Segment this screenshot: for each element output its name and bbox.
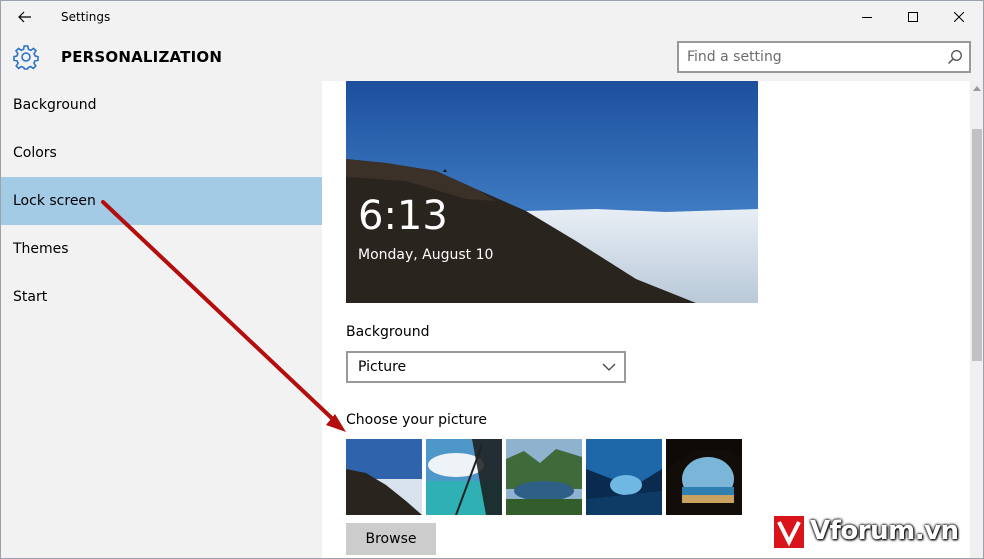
close-icon — [954, 12, 964, 22]
vertical-scrollbar[interactable] — [970, 81, 983, 558]
search-input[interactable] — [687, 43, 937, 71]
sidebar-item-themes[interactable]: Themes — [1, 225, 322, 273]
main-content: 6:13 Monday, August 10 Background Pictur… — [322, 81, 970, 558]
page-title: PERSONALIZATION — [61, 48, 223, 66]
glass-beach-thumbnail — [426, 439, 502, 515]
settings-window: Settings PERSONALIZATION Backg — [0, 0, 984, 559]
scroll-thumb[interactable] — [972, 129, 982, 361]
search-box[interactable] — [677, 41, 971, 73]
background-dropdown-value: Picture — [358, 359, 407, 375]
mountain-sky-thumbnail — [346, 439, 422, 515]
picture-thumbnail-2[interactable] — [426, 439, 502, 515]
watermark: Vforum.vn — [774, 516, 974, 550]
browse-button[interactable]: Browse — [346, 523, 436, 555]
chevron-down-icon — [602, 363, 616, 371]
scroll-up-button[interactable] — [970, 81, 983, 95]
page-header: PERSONALIZATION — [1, 33, 983, 81]
maximize-button[interactable] — [890, 1, 936, 33]
sidebar: Background Colors Lock screen Themes Sta… — [1, 81, 322, 558]
background-dropdown[interactable]: Picture — [346, 351, 626, 383]
sidebar-item-colors[interactable]: Colors — [1, 129, 322, 177]
watermark-logo — [774, 516, 804, 548]
rock-arch-beach-thumbnail — [666, 439, 742, 515]
title-bar: Settings — [1, 1, 983, 33]
minimize-button[interactable] — [844, 1, 890, 33]
scroll-up-icon — [972, 85, 981, 91]
sidebar-item-start[interactable]: Start — [1, 273, 322, 321]
preview-date: Monday, August 10 — [358, 247, 493, 263]
back-button[interactable] — [1, 1, 49, 33]
lock-screen-preview-image: 6:13 Monday, August 10 — [346, 81, 758, 303]
background-label: Background — [346, 324, 430, 340]
maximize-icon — [908, 12, 918, 22]
choose-picture-label: Choose your picture — [346, 412, 487, 428]
picture-thumbnail-5[interactable] — [666, 439, 742, 515]
close-button[interactable] — [936, 1, 982, 33]
sidebar-item-background[interactable]: Background — [1, 81, 322, 129]
lake-valley-thumbnail — [506, 439, 582, 515]
minimize-icon — [862, 17, 872, 18]
picture-thumbnail-3[interactable] — [506, 439, 582, 515]
search-icon[interactable] — [947, 49, 963, 65]
preview-time: 6:13 — [358, 193, 448, 239]
window-title: Settings — [61, 10, 111, 24]
back-arrow-icon — [18, 11, 31, 23]
picture-thumbnail-4[interactable] — [586, 439, 662, 515]
picture-thumbnail-1[interactable] — [346, 439, 422, 515]
ice-cave-thumbnail — [586, 439, 662, 515]
watermark-text: Vforum.vn — [810, 516, 959, 546]
gear-icon — [13, 45, 39, 70]
sidebar-item-lock-screen[interactable]: Lock screen — [1, 177, 322, 225]
lock-screen-preview: 6:13 Monday, August 10 — [346, 81, 758, 303]
